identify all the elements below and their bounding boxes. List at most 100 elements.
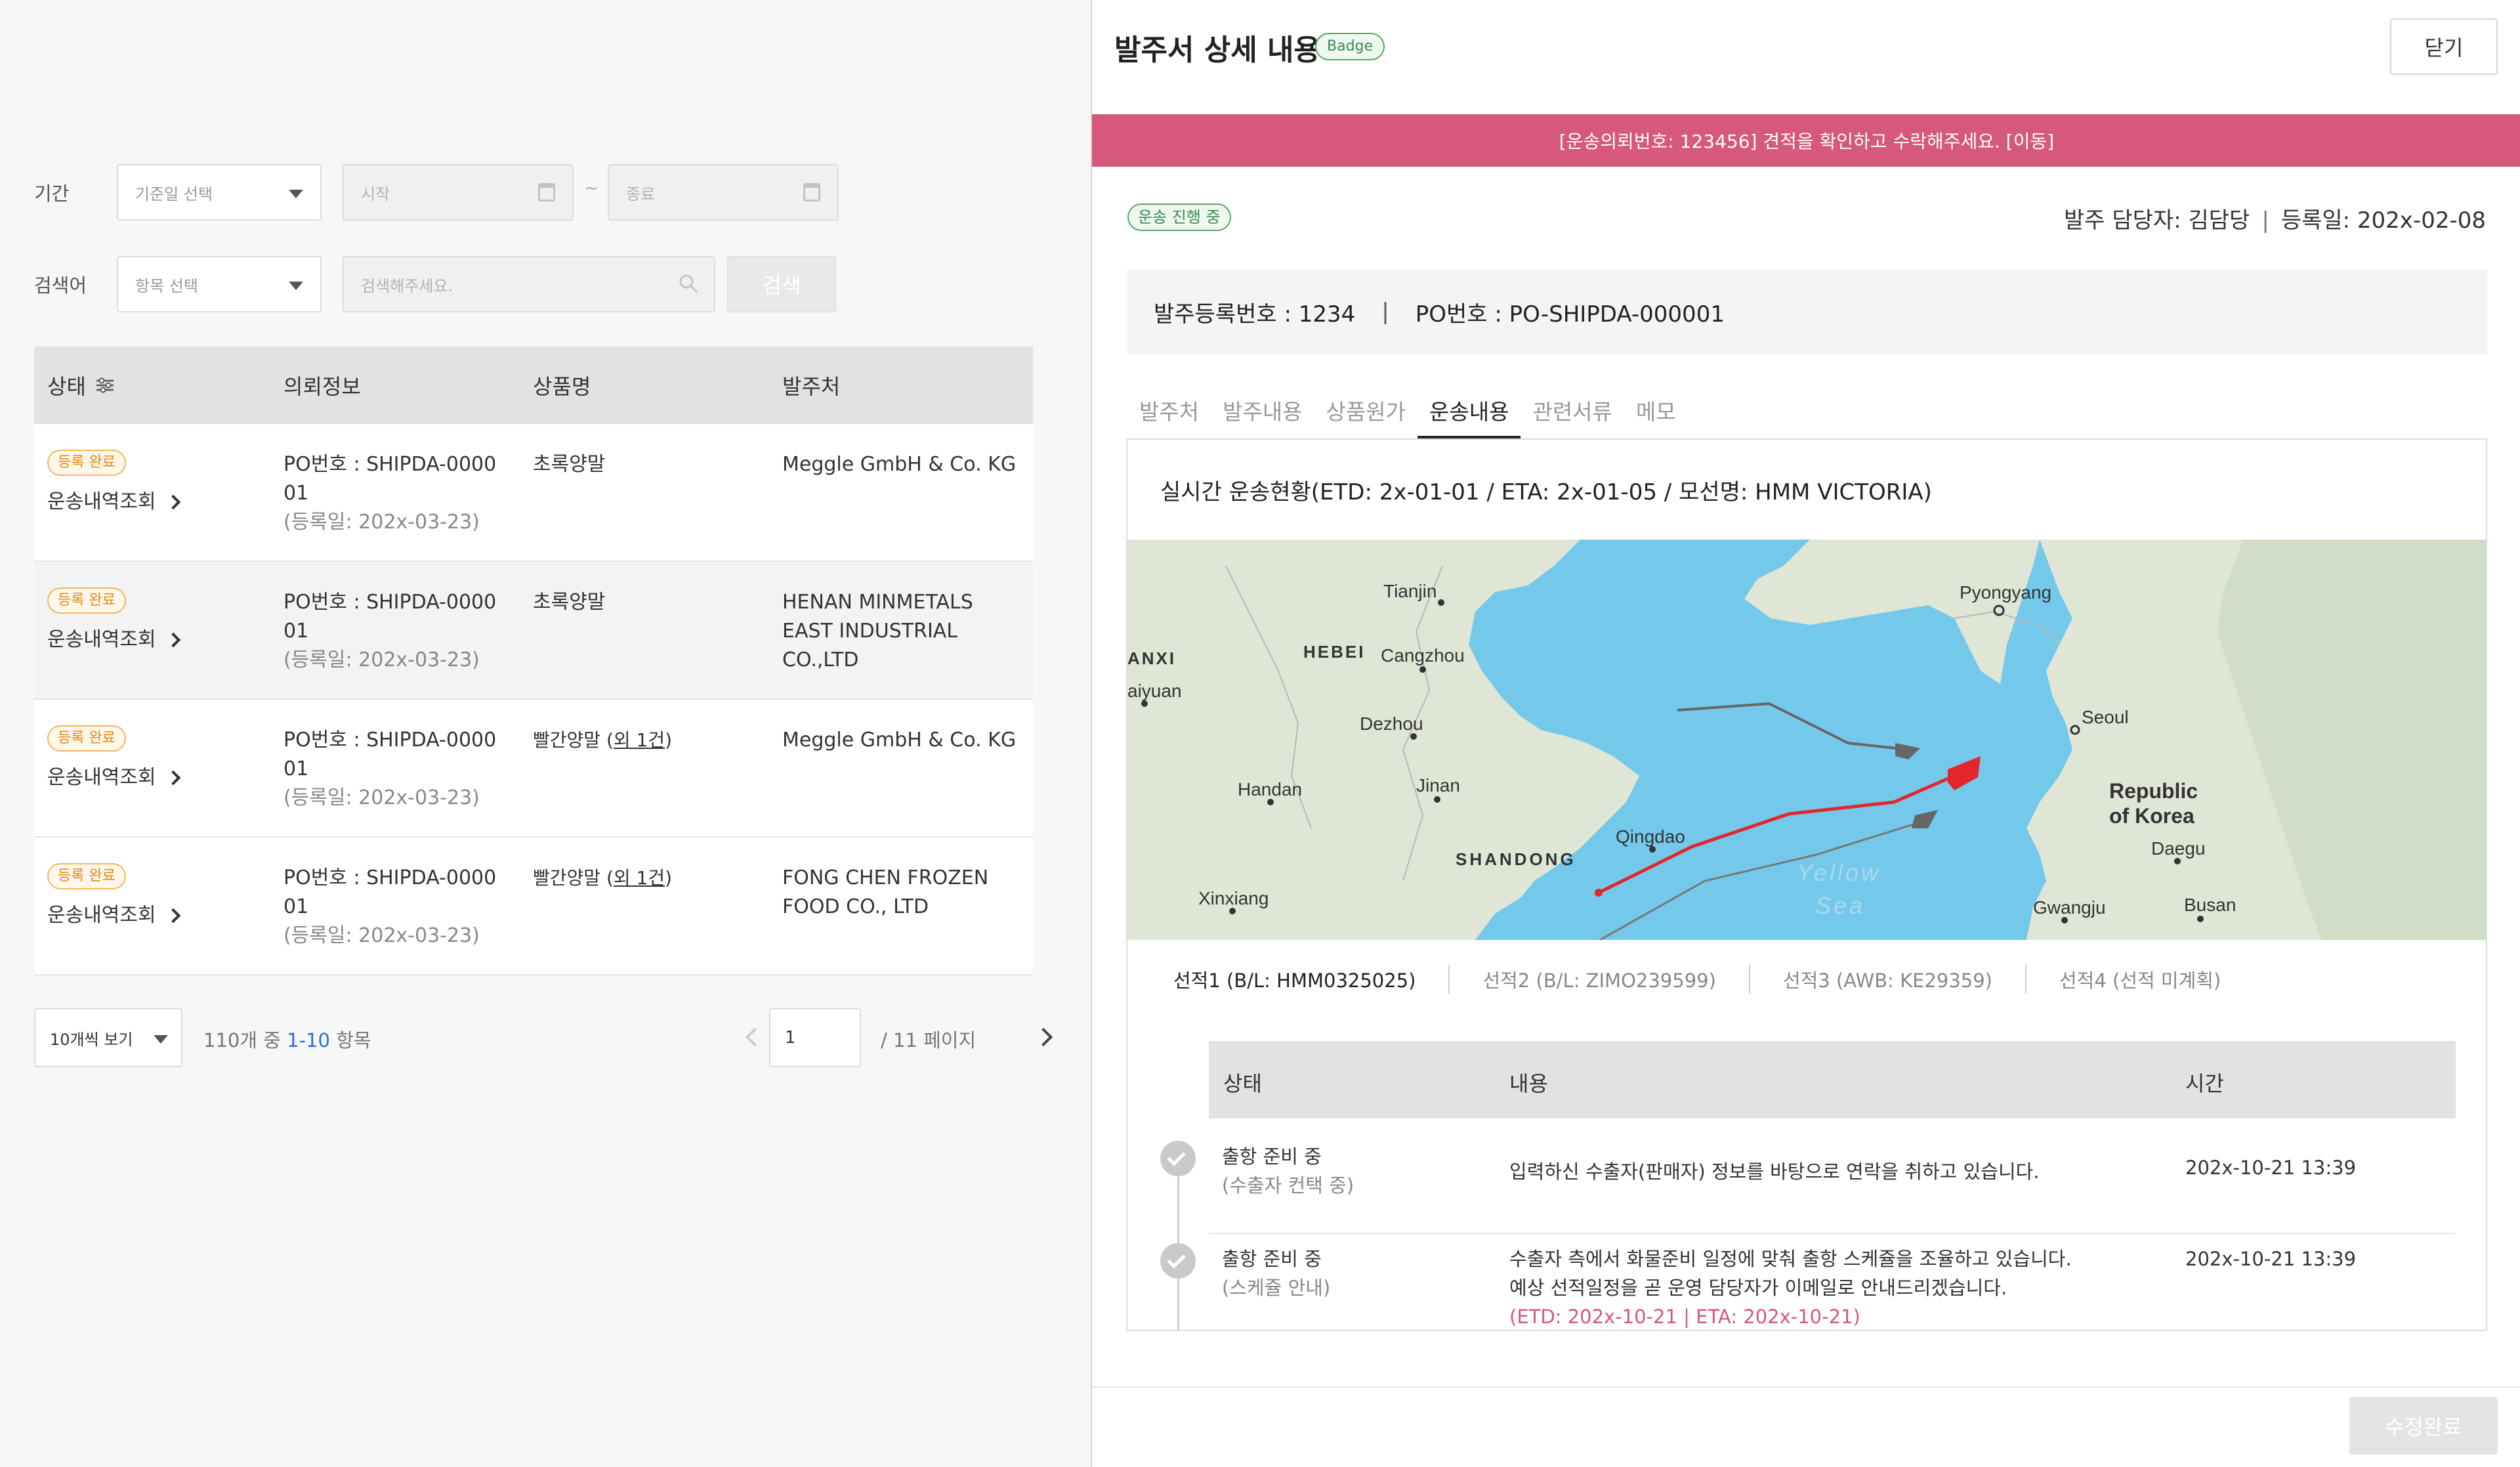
detail-title: 발주서 상세 내용 [1114, 33, 1320, 67]
po-table: 상태 의뢰정보 상품명 발주처 등록 완료 운송내역조회 PO번호: SHIP… [34, 347, 1033, 975]
vessel-tab-3[interactable]: 선적3 (AWB: KE29359) [1750, 966, 2025, 993]
po-number: PO번호 : PO-SHIPDA-000001 [1415, 301, 1725, 328]
vessel-tab-2[interactable]: 선적2 (B/L: ZIMO239599) [1450, 966, 1748, 993]
supplier-name-line2: EAST INDUSTRIAL [782, 620, 958, 643]
calendar-icon [803, 183, 820, 202]
timeline-etd-eta: (ETD: 202x-10-21 | ETA: 202x-10-21) [1509, 1306, 1860, 1328]
shipping-history-link[interactable]: 운송내역조회 [47, 901, 284, 930]
shipping-history-link[interactable]: 운송내역조회 [47, 488, 284, 517]
map-label-cangzhou: Cangzhou [1381, 645, 1465, 666]
po-detail-panel: 발주서 상세 내용 Badge 닫기 [운송의뢰번호: 123456] 견적을 … [1091, 0, 2520, 1467]
date-type-select[interactable]: 기준일 선택 [117, 164, 322, 221]
timeline-header-content: 내용 [1509, 1071, 1548, 1096]
order-meta: 발주 담당자: 김담당 | 등록일: 202x-02-08 [2064, 207, 2486, 234]
product-name: 빨간양말 ( [533, 867, 614, 889]
calendar-icon [538, 183, 555, 202]
tab-shipping[interactable]: 운송내용 [1418, 393, 1521, 438]
map-label-hebei: HEBEI [1303, 642, 1365, 662]
page-number-input[interactable]: 1 [769, 1008, 861, 1067]
registration-date: (등록일: 202x-03-23) [284, 924, 480, 947]
quote-notice-banner[interactable]: [운송의뢰번호: 123456] 견적을 확인하고 수락해주세요. [이동] [1092, 114, 2520, 167]
status-badge: 등록 완료 [47, 863, 126, 889]
start-date-input[interactable]: 시작 [343, 164, 574, 221]
end-date-input[interactable]: 종료 [608, 164, 839, 221]
status-badge: 등록 완료 [47, 587, 126, 614]
sort-filter-icon[interactable] [95, 377, 115, 393]
map-label-gwangju: Gwangju [2033, 897, 2106, 918]
per-page-select[interactable]: 10개씩 보기 [34, 1008, 182, 1067]
vessel-tab-1[interactable]: 선적1 (B/L: HMM0325025) [1173, 966, 1448, 993]
po-number: PO번호 : SHIPDA-0000 [284, 453, 497, 476]
map-label-dezhou: Dezhou [1360, 713, 1423, 734]
table-row[interactable]: 등록 완료 운송내역조회 PO번호 : SHIPDA-0000 01 (등록일:… [34, 424, 1033, 562]
timeline-status: 출항 준비 중 [1222, 1248, 1322, 1270]
map-label-taiyuan: aiyuan [1127, 681, 1182, 701]
map-label-qingdao: Qingdao [1616, 826, 1685, 847]
next-page-icon[interactable] [1034, 1027, 1053, 1047]
more-items-link[interactable]: 외 1건 [614, 867, 665, 889]
table-row[interactable]: 등록 완료 운송내역조회 PO번호 : SHIPDA-0000 01 (등록일:… [34, 562, 1033, 700]
chevron-right-icon [165, 494, 180, 510]
range-separator: ~ [584, 179, 598, 198]
map-label-anxi: ANXI [1127, 648, 1176, 668]
search-field-select[interactable]: 항목 선택 [117, 256, 322, 312]
timeline-content: 입력하신 수출자(판매자) 정보를 바탕으로 연락을 취하고 있습니다. [1509, 1160, 2040, 1183]
order-reg-number: 발주등록번호 : 1234 [1154, 301, 1356, 328]
search-input[interactable]: 검색해주세요. [343, 256, 715, 312]
shipping-history-link[interactable]: 운송내역조회 [47, 626, 284, 654]
tab-memo[interactable]: 메모 [1624, 393, 1688, 438]
registration-date: (등록일: 202x-03-23) [284, 648, 480, 671]
map-label-jinan: Jinan [1416, 775, 1460, 796]
header-request-info: 의뢰정보 [284, 374, 361, 399]
map-label-pyongyang: Pyongyang [1960, 582, 2051, 603]
timeline-header-status: 상태 [1223, 1071, 1262, 1096]
product-name: 초록양말 [533, 453, 606, 476]
map-label-seoul: Seoul [2082, 707, 2129, 727]
supplier-name: Meggle GmbH & Co. KG [782, 729, 1017, 752]
search-button[interactable]: 검색 [727, 256, 836, 312]
po-summary-box: 발주등록번호 : 1234 | PO번호 : PO-SHIPDA-000001 [1127, 269, 2487, 354]
check-circle-icon [1160, 1243, 1196, 1279]
timeline-substatus: (수출자 컨택 중) [1222, 1174, 1354, 1197]
tab-product-cost[interactable]: 상품원가 [1314, 393, 1418, 438]
shipping-status-badge: 운송 진행 중 [1127, 203, 1231, 231]
chevron-right-icon [165, 770, 180, 786]
po-number: PO번호 : SHIPDA-0000 [284, 729, 497, 752]
title-badge: Badge [1315, 33, 1385, 60]
tab-documents[interactable]: 관련서류 [1521, 393, 1624, 438]
status-badge: 등록 완료 [47, 725, 126, 752]
timeline-substatus: (스케쥴 안내) [1222, 1277, 1331, 1299]
registration-date: (등록일: 202x-03-23) [284, 511, 480, 534]
po-number-cont: 01 [284, 620, 309, 643]
shipping-history-link[interactable]: 운송내역조회 [47, 763, 284, 792]
order-manager: 발주 담당자: 김담당 [2064, 207, 2250, 234]
timeline-content-line2: 예상 선적일정을 곧 운영 담당자가 이메일로 안내드리겠습니다. [1509, 1277, 2007, 1299]
pagination: 10개씩 보기 110개 중 1-10 항목 1 / 11 페이지 [34, 1008, 1053, 1067]
search-label: 검색어 [34, 274, 87, 297]
timeline-time: 202x-10-21 13:39 [2185, 1157, 2357, 1179]
po-number-cont: 01 [284, 895, 309, 918]
chevron-down-icon [289, 190, 303, 198]
close-button[interactable]: 닫기 [2390, 18, 2498, 75]
check-circle-icon [1160, 1141, 1196, 1176]
chevron-right-icon [165, 908, 180, 924]
tab-order-content[interactable]: 발주내용 [1211, 393, 1314, 438]
timeline-row: 출항 준비 중 (스케쥴 안내) 수출자 측에서 화물준비 일정에 맞춰 출항 … [1209, 1244, 2456, 1330]
supplier-name: HENAN MINMETALS [782, 591, 973, 614]
map-label-daegu: Daegu [2151, 838, 2206, 859]
chevron-right-icon [165, 632, 180, 648]
timeline-time: 202x-10-21 13:39 [2185, 1248, 2357, 1270]
vessel-tab-4[interactable]: 선적4 (선적 미계획) [2026, 966, 2254, 993]
shipping-route-map[interactable]: Tianjin Pyongyang ANXI HEBEI Cangzhou ai… [1127, 540, 2487, 940]
table-row[interactable]: 등록 완료 운송내역조회 PO번호 : SHIPDA-0000 01 (등록일:… [34, 838, 1033, 975]
po-number: PO번호 : SHIPDA-0000 [284, 591, 497, 614]
save-button[interactable]: 수정완료 [2349, 1397, 2498, 1455]
prev-page-icon[interactable] [745, 1027, 765, 1047]
map-label-handan: Handan [1238, 779, 1302, 799]
table-row[interactable]: 등록 완료 운송내역조회 PO번호 : SHIPDA-0000 01 (등록일:… [34, 700, 1033, 838]
po-number-cont: 01 [284, 482, 309, 505]
more-items-link[interactable]: 외 1건 [614, 729, 665, 751]
realtime-status-title: 실시간 운송현황(ETD: 2x-01-01 / ETA: 2x-01-05 /… [1160, 479, 1932, 505]
po-list-panel: 기간 기준일 선택 시작 ~ 종료 검색어 항목 선택 검색해주세요. 검색 상… [0, 0, 1091, 1467]
tab-supplier[interactable]: 발주처 [1127, 393, 1211, 438]
